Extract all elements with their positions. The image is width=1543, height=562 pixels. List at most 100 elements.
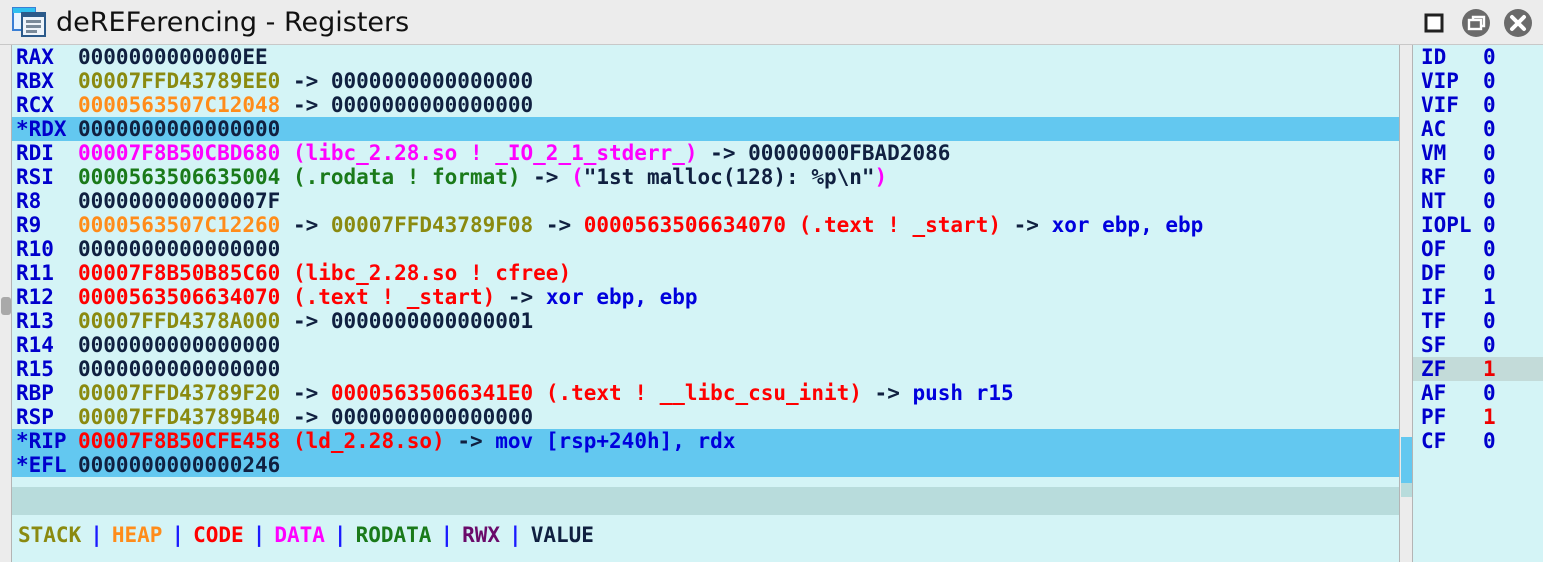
flag-name: AC <box>1421 117 1447 141</box>
flag-name: VIP <box>1421 69 1459 93</box>
register-row[interactable]: RCX 0000563507C12048 -> 0000000000000000 <box>12 93 1399 117</box>
register-value-segment: 0000000000000000 <box>330 69 534 93</box>
register-value-segment: "1st malloc(128): %p\n" <box>583 165 875 189</box>
flag-name: CF <box>1421 429 1447 453</box>
register-value-segment: 00007F8B50CFE458 <box>78 429 281 453</box>
register-row[interactable]: *EFL 0000000000000246 <box>12 453 1399 477</box>
flag-row[interactable]: CF 0 <box>1413 429 1543 453</box>
flag-name: OF <box>1421 237 1447 261</box>
flag-name: VIF <box>1421 93 1459 117</box>
legend-item-value[interactable]: VALUE <box>531 523 594 547</box>
legend-item-stack[interactable]: STACK <box>18 523 81 547</box>
flag-row[interactable]: RF 0 <box>1413 165 1543 189</box>
register-row[interactable]: RSI 0000563506635004 (.rodata ! format) -… <box>12 165 1399 189</box>
register-value-segment: -> <box>280 69 331 93</box>
flags-pane-scrollbar[interactable] <box>1399 45 1413 562</box>
registers-pane[interactable]: RAX 0000000000000EE RBX 00007FFD43789EE0 -… <box>12 45 1399 562</box>
register-row[interactable]: RSP 00007FFD43789B40 -> 0000000000000000 <box>12 405 1399 429</box>
flag-row[interactable]: SF 0 <box>1413 333 1543 357</box>
register-row[interactable]: R10 0000000000000000 <box>12 237 1399 261</box>
register-value-segment: -> <box>495 285 546 309</box>
legend-separator: | <box>90 523 103 547</box>
flags-pane[interactable]: ID 0 VIP 0 VIF 0 AC 0 VM 0 RF 0 NT 0 IOPL 0 OF 0 DF 0 IF 1 TF 0… <box>1413 45 1543 562</box>
register-value-segment: 0000563507C12260 <box>78 213 281 237</box>
legend-item-rwx[interactable]: RWX <box>462 523 500 547</box>
legend-separator: | <box>252 523 266 547</box>
register-value-segment: 0000000000000000 <box>330 405 534 429</box>
flag-row[interactable]: OF 0 <box>1413 237 1543 261</box>
flag-row[interactable]: VIF 0 <box>1413 93 1543 117</box>
flag-value: 1 <box>1483 357 1496 381</box>
register-value-segment: 00007FFD4378A000 <box>78 309 281 333</box>
register-value-segment: 0000563507C12048 <box>78 93 281 117</box>
flag-name: TF <box>1421 309 1447 333</box>
window-controls <box>1419 0 1533 45</box>
register-row[interactable]: RDI 00007F8B50CBD680 (libc_2.28.so ! _IO_… <box>12 141 1399 165</box>
close-button[interactable] <box>1503 8 1533 38</box>
register-name: RSP <box>16 405 54 429</box>
flags-scrollbar-track-lower[interactable] <box>1401 483 1412 497</box>
region-legend: STACK | HEAP | CODE | DATA | RODATA | RWX | VALUE <box>12 515 1399 562</box>
flag-row[interactable]: ZF 1 <box>1413 357 1543 381</box>
maximize-button[interactable] <box>1419 8 1449 38</box>
flag-row[interactable]: AF 0 <box>1413 381 1543 405</box>
flag-name: SF <box>1421 333 1447 357</box>
register-name: R8 <box>16 189 42 213</box>
restore-button[interactable] <box>1461 8 1491 38</box>
flag-row[interactable]: IF 1 <box>1413 285 1543 309</box>
register-name: RBX <box>16 69 54 93</box>
flag-name: PF <box>1421 405 1447 429</box>
register-row[interactable]: R11 00007F8B50B85C60 (libc_2.28.so ! cfre… <box>12 261 1399 285</box>
flag-row[interactable]: TF 0 <box>1413 309 1543 333</box>
flag-row[interactable]: IOPL 0 <box>1413 213 1543 237</box>
flag-value: 1 <box>1483 405 1496 429</box>
flag-name: ID <box>1421 45 1447 69</box>
flag-value: 0 <box>1483 165 1496 189</box>
flag-value: 0 <box>1483 429 1496 453</box>
register-row[interactable]: *RIP 00007F8B50CFE458 (ld_2.28.so) -> mov… <box>12 429 1399 453</box>
register-value-segment: 0000000000000000 <box>78 117 281 141</box>
register-value-segment: -> <box>280 405 331 429</box>
register-name: R15 <box>16 357 54 381</box>
flag-row[interactable]: PF 1 <box>1413 405 1543 429</box>
register-row[interactable]: R8 000000000000007F <box>12 189 1399 213</box>
register-value-segment: (.text ! __libc_csu_init) <box>533 381 862 405</box>
register-value-segment: 0000563506635004 <box>78 165 281 189</box>
register-row[interactable]: R14 0000000000000000 <box>12 333 1399 357</box>
flag-row[interactable]: AC 0 <box>1413 117 1543 141</box>
register-row[interactable]: R15 0000000000000000 <box>12 357 1399 381</box>
legend-item-data[interactable]: DATA <box>274 523 325 547</box>
register-row[interactable]: *RDX 0000000000000000 <box>12 117 1399 141</box>
register-value-segment: (ld_2.28.so) <box>280 429 445 453</box>
register-value-segment: 00007FFD43789F08 <box>330 213 534 237</box>
register-name: *RIP <box>16 429 67 453</box>
legend-item-code[interactable]: CODE <box>193 523 244 547</box>
flag-row[interactable]: DF 0 <box>1413 261 1543 285</box>
flag-value: 1 <box>1483 285 1496 309</box>
register-row[interactable]: R13 00007FFD4378A000 -> 0000000000000001 <box>12 309 1399 333</box>
flags-scrollbar-thumb[interactable] <box>1401 437 1412 483</box>
register-value-segment: 00007FFD43789F20 <box>78 381 281 405</box>
legend-item-rodata[interactable]: RODATA <box>356 523 432 547</box>
flag-value: 0 <box>1483 237 1496 261</box>
register-row[interactable]: RAX 0000000000000EE <box>12 45 1399 69</box>
legend-separator: | <box>171 523 185 547</box>
flag-row[interactable]: VIP 0 <box>1413 69 1543 93</box>
flag-row[interactable]: NT 0 <box>1413 189 1543 213</box>
register-row[interactable]: RBP 00007FFD43789F20 -> 00005635066341E0 … <box>12 381 1399 405</box>
flag-row[interactable]: ID 0 <box>1413 45 1543 69</box>
register-row[interactable]: R12 0000563506634070 (.text ! _start) -> … <box>12 285 1399 309</box>
flag-name: ZF <box>1421 357 1447 381</box>
register-value-segment: ( <box>571 165 584 189</box>
left-scrollbar[interactable] <box>0 45 12 562</box>
register-value-segment: xor ebp, ebp <box>545 285 698 309</box>
register-value-segment: 00005635066341E0 <box>330 381 534 405</box>
flag-name: VM <box>1421 141 1447 165</box>
flag-row[interactable]: VM 0 <box>1413 141 1543 165</box>
register-row[interactable]: R9 0000563507C12260 -> 00007FFD43789F08 -… <box>12 213 1399 237</box>
legend-item-heap[interactable]: HEAP <box>112 523 163 547</box>
left-scrollbar-thumb[interactable] <box>1 297 11 315</box>
register-name: R9 <box>16 213 42 237</box>
register-row[interactable]: RBX 00007FFD43789EE0 -> 0000000000000000 <box>12 69 1399 93</box>
register-value-segment: -> <box>861 381 913 405</box>
